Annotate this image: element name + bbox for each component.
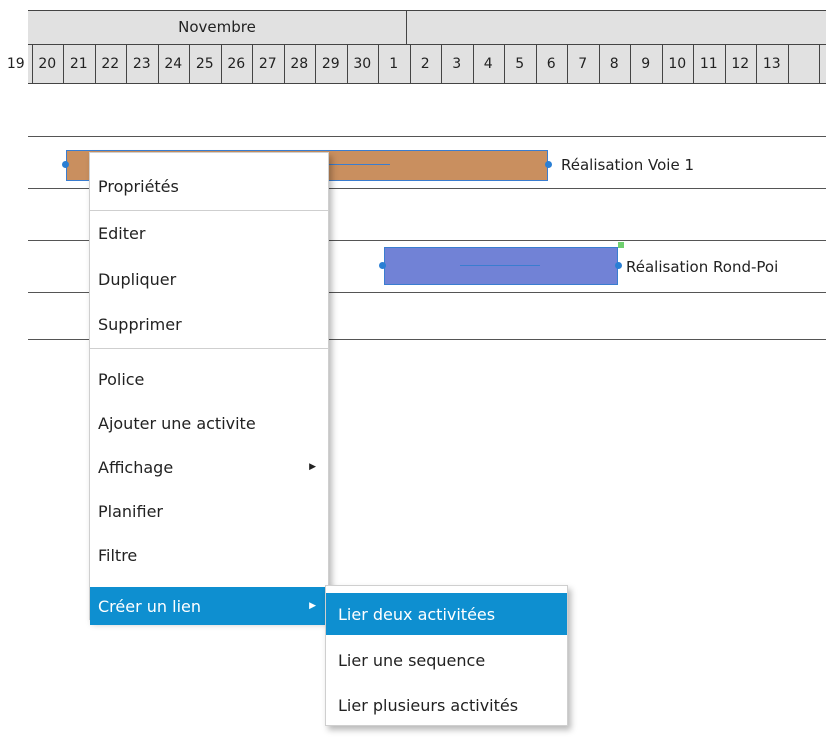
bar-start-handle[interactable] [62, 161, 69, 168]
menu-item-editer[interactable]: Editer [90, 214, 328, 252]
link-submenu: Lier deux activitées Lier une sequence L… [325, 585, 568, 726]
submenu-item-label: Lier deux activitées [338, 604, 496, 624]
day-header-row: 19 20 21 22 23 24 25 26 27 28 29 30 1 2 3 4 5 6 7 8 9 10 11 12 1… [7, 45, 826, 83]
day-cell: 13 [762, 56, 781, 72]
submenu-item-label: Lier une sequence [338, 650, 486, 670]
day-cell: 24 [164, 56, 183, 72]
row-line-1 [28, 136, 826, 137]
day-cell: 8 [609, 56, 619, 72]
day-cell: 28 [290, 56, 309, 72]
activity-label-voie-1: Réalisation Voie 1 [561, 156, 694, 174]
day-cell: 23 [132, 56, 151, 72]
bar-2-end-handle[interactable] [615, 262, 622, 269]
menu-item-label: Propriétés [98, 176, 179, 196]
menu-item-proprietes[interactable]: Propriétés [90, 167, 328, 205]
menu-item-label: Editer [98, 223, 146, 243]
menu-item-dupliquer[interactable]: Dupliquer [90, 260, 328, 298]
menu-item-police[interactable]: Police [90, 360, 328, 398]
month-separator-line [406, 10, 407, 44]
day-cell: 5 [515, 56, 525, 72]
chevron-right-icon: ▶ [309, 601, 316, 611]
day-cell: 4 [483, 56, 493, 72]
day-cell: 9 [641, 56, 651, 72]
menu-item-label: Affichage [98, 457, 174, 477]
submenu-item-lier-sequence[interactable]: Lier une sequence [326, 639, 567, 681]
day-grid-line [819, 45, 820, 83]
menu-separator-2 [90, 348, 328, 349]
day-cell: 25 [195, 56, 214, 72]
menu-item-creer-lien[interactable]: Créer un lien ▶ [90, 587, 328, 625]
menu-item-label: Police [98, 369, 145, 389]
menu-item-label: Planifier [98, 501, 163, 521]
day-cell: 12 [731, 56, 750, 72]
day-cell: 22 [101, 56, 120, 72]
day-cell: 11 [699, 56, 718, 72]
menu-item-label: Créer un lien [98, 596, 201, 616]
chevron-right-icon: ▶ [309, 462, 316, 472]
menu-item-planifier[interactable]: Planifier [90, 492, 328, 530]
menu-item-label: Dupliquer [98, 269, 177, 289]
activity-label-rond-point: Réalisation Rond-Poi [626, 258, 779, 276]
day-cell: 20 [38, 56, 57, 72]
bar-2-milestone-marker [618, 242, 624, 248]
day-cell: 6 [546, 56, 556, 72]
menu-item-label: Supprimer [98, 314, 182, 334]
menu-item-supprimer[interactable]: Supprimer [90, 305, 328, 343]
day-cell: 29 [321, 56, 340, 72]
submenu-item-lier-plusieurs[interactable]: Lier plusieurs activités [326, 684, 567, 726]
menu-item-affichage[interactable]: Affichage ▶ [90, 448, 328, 486]
menu-item-label: Ajouter une activite [98, 413, 256, 433]
day-cell: 10 [668, 56, 687, 72]
menu-separator-1 [90, 210, 328, 211]
submenu-item-label: Lier plusieurs activités [338, 695, 519, 715]
day-cell: 7 [578, 56, 588, 72]
bar-2-start-handle[interactable] [379, 262, 386, 269]
menu-item-filtre[interactable]: Filtre [90, 536, 328, 574]
menu-item-label: Filtre [98, 545, 138, 565]
header-bottom-border [28, 83, 826, 84]
day-cell: 30 [353, 56, 372, 72]
day-cell: 1 [389, 56, 399, 72]
day-cell: 3 [452, 56, 462, 72]
month-header-december [407, 10, 826, 44]
day-cell: 27 [258, 56, 277, 72]
day-cell [788, 45, 820, 83]
day-cell: 21 [69, 56, 88, 72]
activity-bar-2-progress-line [460, 265, 540, 266]
day-cell: 19 [6, 56, 25, 72]
header-top-border [28, 10, 826, 11]
context-menu: Propriétés Editer Dupliquer Supprimer Po… [89, 152, 329, 625]
menu-item-ajouter-activite[interactable]: Ajouter une activite [90, 404, 328, 442]
month-header-november: Novembre [178, 18, 256, 36]
submenu-item-lier-deux[interactable]: Lier deux activitées [326, 593, 567, 635]
activity-bar-rond-point[interactable] [384, 247, 618, 285]
bar-end-handle[interactable] [545, 161, 552, 168]
day-cell: 26 [227, 56, 246, 72]
day-cell: 2 [420, 56, 430, 72]
